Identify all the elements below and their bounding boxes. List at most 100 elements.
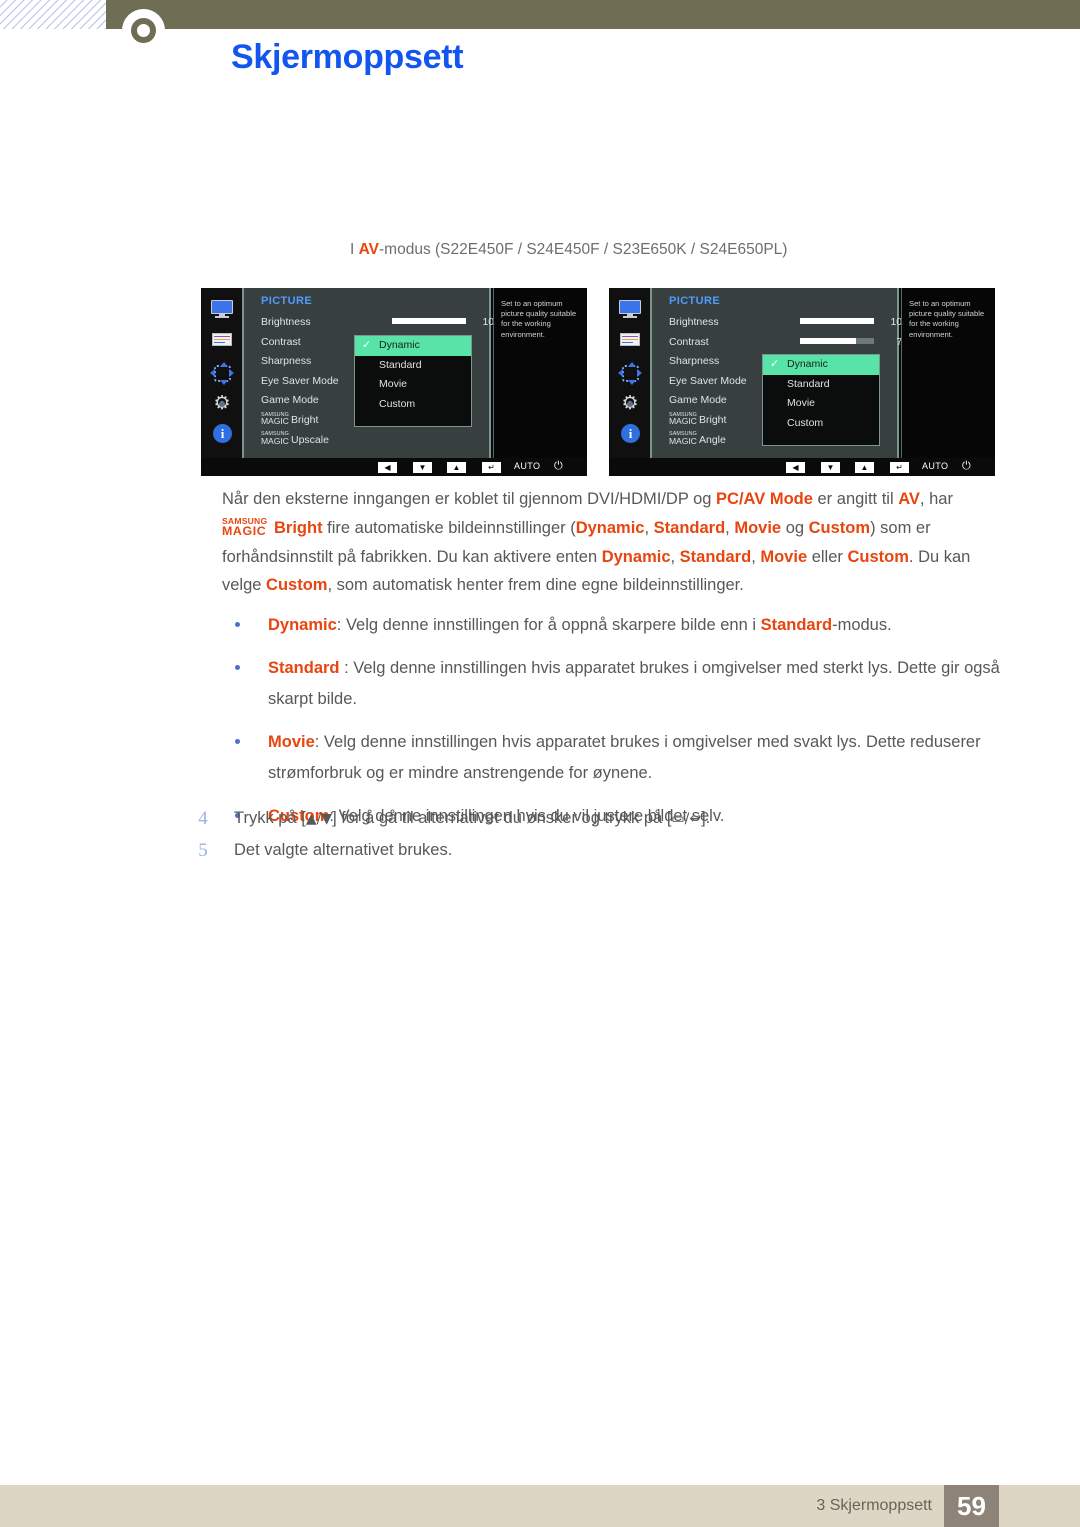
osd-button-enter[interactable]: ↵ bbox=[482, 462, 501, 473]
power-icon[interactable]: ⏻ bbox=[962, 460, 971, 473]
osd-description-panel-right: Set to an optimum picture quality suitab… bbox=[901, 288, 995, 458]
footer-page-number: 59 bbox=[944, 1485, 999, 1527]
figure-caption-prefix: I bbox=[350, 241, 359, 258]
body-text-run: , som automatisk henter frem dine egne b… bbox=[327, 576, 744, 595]
body-text-run: , bbox=[725, 518, 735, 537]
bullet-dot-icon bbox=[235, 622, 240, 627]
osd-button-left-arrow[interactable]: ◀ bbox=[786, 462, 805, 473]
list-item: Dynamic: Velg denne innstillingen for å … bbox=[230, 610, 1005, 641]
numbered-steps: 4 Trykk på [▲/▼] for å gå til alternative… bbox=[192, 803, 992, 866]
header-olive-bar bbox=[106, 0, 1080, 29]
dropdown-option-dynamic[interactable]: ✓ Dynamic bbox=[763, 355, 879, 375]
power-icon[interactable]: ⏻ bbox=[554, 460, 563, 473]
osd-section-label-right: PICTURE bbox=[669, 295, 721, 307]
osd-menu-item-brightness[interactable]: Brightness bbox=[261, 313, 381, 333]
step-text: ] for å gå til alternativet du ønsker og… bbox=[332, 809, 672, 827]
osd-button-bar-right: ◀ ▼ ▲ ↵ AUTO ⏻ bbox=[609, 458, 995, 476]
dropdown-option-custom[interactable]: Custom bbox=[355, 395, 471, 415]
dropdown-option-label: Dynamic bbox=[787, 358, 828, 370]
osd-button-up-arrow[interactable]: ▲ bbox=[855, 462, 874, 473]
body-highlight-custom-2: Custom bbox=[847, 547, 909, 566]
step-number: 4 bbox=[198, 808, 208, 829]
body-highlight-dynamic: Dynamic bbox=[575, 518, 645, 537]
bullet-text: : Velg denne innstillingen for å oppnå s… bbox=[336, 616, 761, 634]
osd-button-down-arrow[interactable]: ▼ bbox=[821, 462, 840, 473]
bullet-term-secondary: Standard bbox=[760, 616, 833, 634]
body-highlight-movie: Movie bbox=[734, 518, 782, 537]
step-key-enter: ▭/↩ bbox=[671, 811, 702, 827]
osd-icon-rail-left: ⚙ i bbox=[201, 288, 242, 458]
osd-button-up-arrow[interactable]: ▲ bbox=[447, 462, 466, 473]
dropdown-option-movie[interactable]: Movie bbox=[763, 394, 879, 414]
osd-button-enter[interactable]: ↵ bbox=[890, 462, 909, 473]
dropdown-option-standard[interactable]: Standard bbox=[355, 356, 471, 376]
osd-menu-item-brightness[interactable]: Brightness bbox=[669, 313, 789, 333]
osd-screen-left: ⚙ i PICTURE Brightness Contrast Sharpnes… bbox=[201, 288, 587, 458]
step-item: 4 Trykk på [▲/▼] for å gå til alternative… bbox=[192, 803, 992, 835]
magic-logo: SAMSUNG MAGIC bbox=[669, 411, 697, 427]
figure-caption-highlight: AV bbox=[358, 241, 380, 258]
color-settings-icon[interactable] bbox=[210, 332, 234, 350]
monitor-icon[interactable] bbox=[210, 300, 234, 318]
osd-figure-right: ⚙ i PICTURE Brightness Contrast Sharpnes… bbox=[609, 288, 995, 476]
dropdown-option-standard[interactable]: Standard bbox=[763, 375, 879, 395]
bullet-dot-icon bbox=[235, 739, 240, 744]
body-text-run: eller bbox=[807, 547, 848, 566]
osd-button-left-arrow[interactable]: ◀ bbox=[378, 462, 397, 473]
bullet-term: Movie bbox=[268, 733, 315, 751]
dropdown-option-custom[interactable]: Custom bbox=[763, 414, 879, 434]
list-item: Standard : Velg denne innstillingen hvis… bbox=[230, 653, 1005, 715]
osd-button-auto[interactable]: AUTO bbox=[922, 461, 948, 471]
figure-caption: I AV-modus (S22E450F / S24E450F / S23E65… bbox=[350, 241, 787, 259]
dropdown-option-label: Dynamic bbox=[379, 339, 420, 351]
gear-icon[interactable]: ⚙ bbox=[618, 394, 642, 414]
color-settings-icon[interactable] bbox=[618, 332, 642, 350]
body-highlight-pc-av-mode: PC/AV Mode bbox=[716, 490, 813, 508]
body-text-run: , bbox=[751, 547, 761, 566]
directional-pad-icon[interactable] bbox=[618, 362, 642, 385]
osd-description-text: Set to an optimum picture quality suitab… bbox=[501, 299, 577, 339]
osd-menu-item-magicupscale[interactable]: SAMSUNG MAGIC Upscale bbox=[261, 431, 381, 451]
slider-track bbox=[392, 318, 466, 324]
list-item: Movie: Velg denne innstillingen hvis app… bbox=[230, 727, 1005, 789]
magic-logo: SAMSUNG MAGIC bbox=[261, 431, 289, 446]
body-text-run: , bbox=[670, 547, 680, 566]
osd-dropdown-magicbright-left[interactable]: ✓ Dynamic Standard Movie Custom bbox=[354, 335, 472, 427]
body-text-run: , har bbox=[919, 490, 953, 508]
gear-icon[interactable]: ⚙ bbox=[210, 394, 234, 414]
osd-description-text: Set to an optimum picture quality suitab… bbox=[909, 299, 985, 339]
osd-slider-brightness-left[interactable]: 100 bbox=[392, 316, 500, 328]
bullet-text: : Velg denne innstillingen hvis apparate… bbox=[268, 733, 981, 782]
osd-menu-panel-left: PICTURE Brightness Contrast Sharpness Ey… bbox=[242, 288, 500, 458]
body-text-run: fire automatiske bildeinnstillinger ( bbox=[322, 518, 576, 537]
step-key-arrows: ▲/▼ bbox=[305, 811, 333, 827]
slider-fill bbox=[800, 318, 874, 324]
monitor-icon[interactable] bbox=[618, 300, 642, 318]
bullet-dot-icon bbox=[235, 665, 240, 670]
osd-figure-left: ⚙ i PICTURE Brightness Contrast Sharpnes… bbox=[201, 288, 587, 476]
footer-chapter-label: 3 Skjermoppsett bbox=[816, 1497, 932, 1514]
body-text-run: og bbox=[781, 518, 809, 537]
magic-logo-inline: SAMSUNG MAGIC bbox=[222, 515, 268, 538]
osd-button-auto[interactable]: AUTO bbox=[514, 461, 540, 471]
osd-slider-contrast-right[interactable]: 75 bbox=[800, 336, 908, 348]
info-icon[interactable]: i bbox=[618, 424, 642, 444]
corner-hatch-decoration bbox=[0, 0, 106, 29]
step-text: Trykk på [ bbox=[234, 809, 306, 827]
body-highlight-bright: Bright bbox=[274, 518, 323, 537]
osd-slider-brightness-right[interactable]: 100 bbox=[800, 316, 908, 328]
info-icon[interactable]: i bbox=[210, 424, 234, 444]
dropdown-option-dynamic[interactable]: ✓ Dynamic bbox=[355, 336, 471, 356]
osd-dropdown-magicbright-right[interactable]: ✓ Dynamic Standard Movie Custom bbox=[762, 354, 880, 446]
osd-menu-item-magicangle-label: Angle bbox=[699, 433, 726, 446]
osd-section-label-left: PICTURE bbox=[261, 295, 313, 307]
figure-caption-suffix: -modus (S22E450F / S24E450F / S23E650K /… bbox=[379, 241, 788, 258]
osd-menu-item-magicbright-label: Bright bbox=[291, 413, 319, 426]
body-highlight-dynamic-2: Dynamic bbox=[601, 547, 671, 566]
osd-button-down-arrow[interactable]: ▼ bbox=[413, 462, 432, 473]
dropdown-option-movie[interactable]: Movie bbox=[355, 375, 471, 395]
slider-fill bbox=[392, 318, 466, 324]
bullet-term: Dynamic bbox=[268, 616, 337, 634]
directional-pad-icon[interactable] bbox=[210, 362, 234, 385]
osd-menu-item-contrast[interactable]: Contrast bbox=[669, 333, 789, 353]
